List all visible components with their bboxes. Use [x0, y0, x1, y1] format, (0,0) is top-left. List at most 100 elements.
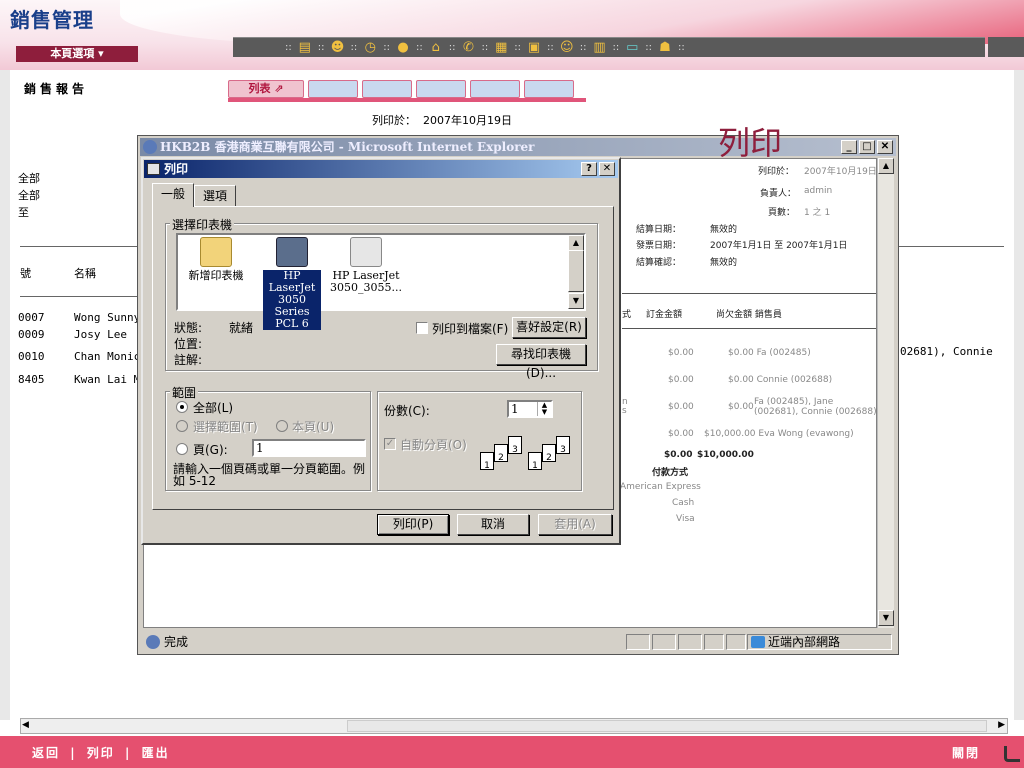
- footer-bar: 返回 | 列印 | 匯出 關閉: [0, 736, 1024, 768]
- printer-list-scrollbar[interactable]: ▲ ▼: [568, 235, 584, 309]
- collate-checkbox[interactable]: ✓: [384, 438, 396, 450]
- report-tabs: 列表 ⇗: [228, 80, 574, 100]
- print-link[interactable]: 列印: [87, 746, 115, 760]
- page-horizontal-scrollbar[interactable]: ◀ ▶: [20, 718, 1008, 734]
- scroll-thumb[interactable]: [568, 250, 584, 292]
- back-link[interactable]: 返回: [32, 746, 60, 760]
- divider: [20, 246, 138, 247]
- coin-icon[interactable]: ●: [394, 40, 412, 56]
- filter-label: 至: [18, 206, 29, 219]
- row-name: Wong Sunny: [74, 311, 141, 324]
- scroll-thumb[interactable]: [347, 720, 987, 732]
- scroll-up-button[interactable]: ▲: [878, 158, 894, 174]
- scroll-down-button[interactable]: ▼: [878, 610, 894, 626]
- print-dialog-titlebar: 列印 ? ✕: [144, 160, 618, 178]
- rpt-line-outstanding: $0.00 Connie (002688): [728, 375, 833, 385]
- tab-3[interactable]: [362, 80, 412, 98]
- rpt-divider: [622, 293, 876, 294]
- rpt-pay-method: Cash: [672, 498, 695, 508]
- maximize-button[interactable]: □: [859, 140, 875, 154]
- help-button[interactable]: ?: [581, 162, 597, 176]
- ie-titlebar: HKB2B 香港商業互聯有限公司 - Microsoft Internet Ex…: [140, 138, 896, 156]
- dialog-close-button[interactable]: ✕: [599, 162, 615, 176]
- tab-2[interactable]: [308, 80, 358, 98]
- users-icon[interactable]: ☗: [656, 40, 674, 56]
- location-label: 位置:: [174, 337, 203, 351]
- rpt-divider: [622, 328, 876, 329]
- collate-page-icon: 3: [508, 436, 522, 455]
- rpt-col-outstanding: 尚欠金額 銷售員: [716, 310, 782, 320]
- status-value: 就緒: [229, 321, 254, 335]
- people-icon[interactable]: ☺: [558, 40, 576, 56]
- rpt-pay-label: 付款方式: [652, 468, 689, 478]
- main-toolbar: :: ▤:: ☻:: ◷:: ●:: ⌂:: ✆:: ▦:: ▣:: ☺:: ▥…: [233, 37, 985, 57]
- clock-icon[interactable]: ◷: [361, 40, 379, 56]
- copies-spinner[interactable]: ▲ ▼: [537, 402, 551, 416]
- phone-icon[interactable]: ✆: [460, 40, 478, 56]
- close-button[interactable]: ✕: [877, 140, 893, 154]
- rpt-line-total: $0.00: [668, 348, 694, 358]
- collate-label: 自動分頁(O): [400, 438, 467, 452]
- scroll-left-button[interactable]: ◀: [22, 720, 29, 730]
- house-icon[interactable]: ⌂: [427, 40, 445, 56]
- notepad-icon[interactable]: ▥: [591, 40, 609, 56]
- rpt-printed-label: 列印於：: [758, 167, 795, 177]
- export-link[interactable]: 匯出: [142, 746, 170, 760]
- apply-button[interactable]: 套用(A): [538, 514, 612, 535]
- divider: [898, 246, 1004, 247]
- filter-labels: 全部 全部 至: [18, 170, 40, 221]
- tab-6[interactable]: [524, 80, 574, 98]
- docs-icon[interactable]: ▤: [296, 40, 314, 56]
- rpt-line-total: $0.00: [668, 402, 694, 412]
- footer-links: 返回 | 列印 | 匯出: [32, 746, 170, 760]
- collate-page-icon: 3: [556, 436, 570, 455]
- range-current-radio[interactable]: [276, 420, 288, 432]
- range-pages-radio[interactable]: [176, 443, 188, 455]
- print-to-file-checkbox[interactable]: [416, 322, 428, 334]
- print-button[interactable]: 列印(P): [377, 514, 449, 535]
- scroll-right-button[interactable]: ▶: [998, 720, 1005, 730]
- tab-list[interactable]: 列表 ⇗: [228, 80, 304, 98]
- pages-input[interactable]: 1: [252, 439, 366, 457]
- page-options-menu[interactable]: 本頁選項 ▾: [16, 46, 138, 62]
- range-selection-radio[interactable]: [176, 420, 188, 432]
- screen-icon[interactable]: ▭: [623, 40, 641, 56]
- printer-list[interactable]: 新增印表機 HP LaserJet 3050 Series PCL 6 HP L…: [176, 233, 586, 330]
- printer-hp-pcl6[interactable]: HP LaserJet 3050 Series PCL 6: [252, 237, 332, 330]
- preferences-button[interactable]: 喜好設定(R): [512, 317, 586, 338]
- range-selection-label: 選擇範圍(T): [193, 420, 258, 434]
- printer-icon: [276, 237, 308, 267]
- tab-general[interactable]: 一般: [152, 183, 195, 207]
- tab-5[interactable]: [470, 80, 520, 98]
- col-header-no: 號: [20, 267, 31, 280]
- intranet-icon: [751, 636, 765, 648]
- rpt-pages-label: 頁數：: [768, 208, 796, 218]
- group-icon[interactable]: ☻: [329, 40, 347, 56]
- rpt-sum-total: $0.00: [664, 450, 693, 460]
- tab-4[interactable]: [416, 80, 466, 98]
- rpt-status-value: 無效的: [710, 258, 738, 268]
- range-all-radio[interactable]: [176, 401, 188, 413]
- collate-page-icon: 2: [542, 444, 556, 463]
- tab-options[interactable]: 選項: [194, 185, 237, 207]
- printer-add[interactable]: 新增印表機: [176, 237, 256, 282]
- ie-vertical-scrollbar[interactable]: ▲ ▼: [877, 158, 894, 628]
- scroll-down-button[interactable]: ▼: [568, 293, 584, 309]
- cancel-button[interactable]: 取消: [457, 514, 529, 535]
- filter-label: 全部: [18, 189, 40, 202]
- rpt-line-outstanding: $0.00 Fa (002485): [728, 348, 811, 358]
- minimize-button[interactable]: _: [841, 140, 857, 154]
- calculator-icon[interactable]: ▦: [492, 40, 510, 56]
- find-printer-button[interactable]: 尋找印表機(D)...: [496, 344, 586, 380]
- printer-hp-3055[interactable]: HP LaserJet 3050_3055...: [326, 237, 406, 294]
- close-link[interactable]: 關閉: [952, 744, 980, 761]
- app-brand: 銷售管理: [10, 8, 94, 32]
- security-zone: 近端內部網路: [747, 634, 892, 650]
- scroll-up-button[interactable]: ▲: [568, 235, 584, 251]
- page-title: 銷售報告: [24, 82, 89, 96]
- row-name: Kwan Lai Ma: [74, 373, 147, 386]
- clipboard-icon[interactable]: ▣: [525, 40, 543, 56]
- rpt-status-label: 結算確認：: [636, 258, 682, 268]
- rpt-sum-outstanding: $10,000.00: [697, 450, 754, 460]
- rpt-line-total: $0.00: [668, 429, 694, 439]
